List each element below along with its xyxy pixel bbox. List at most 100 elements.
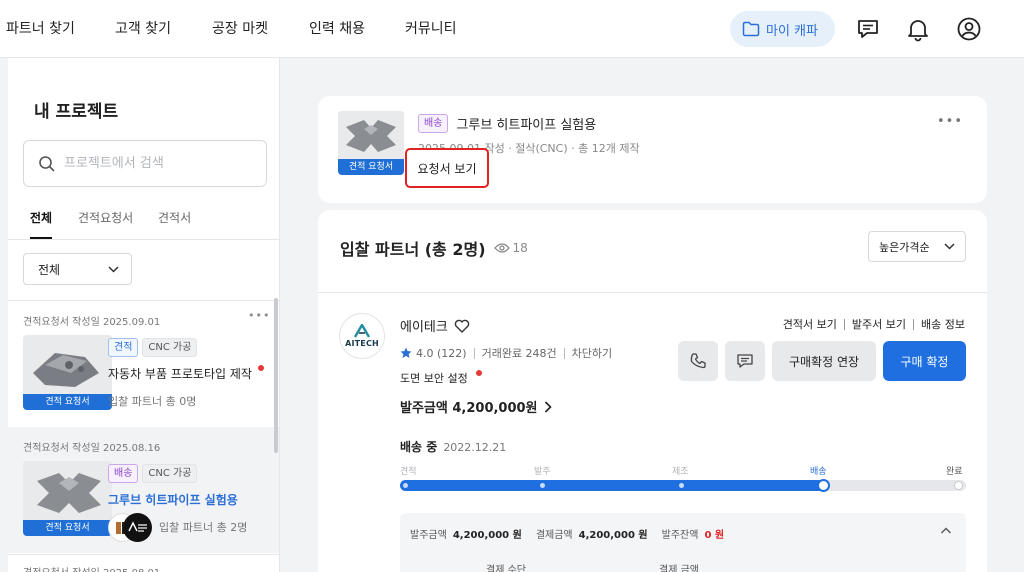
sort-select[interactable]: 높은가격순	[868, 231, 966, 262]
progress-fill	[400, 480, 826, 491]
chevron-down-icon	[944, 243, 955, 250]
nav-recruit[interactable]: 인력 채용	[309, 18, 365, 38]
project-search-box[interactable]	[23, 140, 267, 187]
progress-track	[400, 479, 966, 492]
paid-amount-label: 결제금액	[535, 530, 573, 541]
shipping-date: 2022.12.21	[443, 441, 507, 454]
step-dot	[679, 483, 684, 488]
view-order-link[interactable]: 발주서 보기	[852, 316, 906, 332]
step-dot	[403, 483, 408, 488]
process-tag: CNC 가공	[142, 338, 198, 357]
folder-icon	[742, 21, 760, 37]
purchase-confirm-button[interactable]: 구매 확정	[883, 341, 966, 381]
more-options-icon[interactable]: •••	[937, 114, 963, 129]
filter-select[interactable]: 전체	[23, 253, 132, 285]
partner-avatar-group	[108, 513, 154, 542]
sort-select-value: 높은가격순	[879, 240, 930, 254]
project-name: 그루브 히트파이프 실험용	[108, 493, 238, 507]
filter-select-value: 전체	[38, 262, 61, 277]
step-label: 견적	[400, 467, 417, 477]
partner-avatar-ateam	[123, 513, 152, 542]
tab-quote-request[interactable]: 견적요청서	[78, 209, 133, 226]
chat-icon[interactable]	[855, 16, 881, 42]
project-name: 자동차 부품 프로토타입 제작	[108, 367, 252, 381]
bid-partner-count: 입찰 파트너 총 0명	[108, 395, 197, 408]
nav-factory-market[interactable]: 공장 마켓	[212, 18, 268, 38]
view-count: 18	[512, 241, 528, 255]
payment-summary: 발주금액 4,200,000 원 결제금액 4,200,000 원 발주잔액 0…	[400, 513, 966, 572]
view-quote-link[interactable]: 견적서 보기	[783, 316, 837, 332]
nav-find-customer[interactable]: 고객 찾기	[115, 18, 171, 38]
active-tab-indicator	[30, 237, 52, 239]
bid-partners-card: 입찰 파트너 (총 2명) 18 높은가격순 AITECH 에이테크 4.0 (…	[318, 210, 987, 572]
eye-icon	[493, 243, 510, 253]
shipping-status: 배송 중	[400, 440, 438, 454]
project-thumbnail: 견적 요청서	[338, 111, 404, 175]
step-dot	[540, 483, 545, 488]
progress-knob	[817, 479, 830, 492]
process-tag: CNC 가공	[142, 464, 198, 483]
tab-all[interactable]: 전체	[30, 209, 52, 226]
view-request-button[interactable]: 요청서 보기	[405, 148, 489, 188]
user-profile-icon[interactable]	[956, 16, 982, 42]
my-capa-label: 마이 캐파	[766, 23, 818, 39]
part-image	[338, 111, 404, 159]
step-label: 제조	[672, 467, 689, 477]
drawing-security-setting[interactable]: 도면 보안 설정	[400, 370, 468, 386]
heart-icon[interactable]	[454, 319, 470, 333]
bid-partner-count: 입찰 파트너 총 2명	[159, 521, 248, 534]
balance-label: 발주잔액	[661, 530, 699, 541]
project-list-item[interactable]: 견적요청서 작성일 2025.09.01 ••• 견적 요청서 견적 CNC 가…	[8, 301, 279, 427]
project-date-peek: 견적요청서 작성일 2025.08.01	[23, 564, 160, 572]
tabs-divider	[8, 239, 279, 240]
status-tag: 배송	[418, 114, 449, 133]
quote-request-badge: 견적 요청서	[338, 159, 404, 175]
paid-amount-value: 4,200,000 원	[578, 530, 648, 541]
search-icon	[39, 155, 55, 172]
part-image	[23, 461, 112, 521]
sidebar-scrollbar[interactable]	[274, 298, 278, 453]
more-options-icon[interactable]: •••	[248, 309, 270, 322]
message-button[interactable]	[725, 341, 765, 381]
payment-method-label: 결제 수단	[486, 565, 526, 572]
tab-quote[interactable]: 견적서	[158, 209, 191, 226]
extend-purchase-confirm-button[interactable]: 구매확정 연장	[772, 341, 876, 381]
order-amount-label: 발주금액	[410, 530, 447, 541]
status-tag: 견적	[108, 338, 139, 357]
order-amount-value: 4,200,000 원	[452, 530, 522, 541]
partner-name[interactable]: 에이테크	[400, 316, 448, 335]
nav-find-partner[interactable]: 파트너 찾기	[6, 18, 75, 38]
section-divider	[318, 292, 987, 293]
part-image	[23, 335, 112, 395]
my-capa-button[interactable]: 마이 캐파	[730, 11, 835, 47]
status-tag: 배송	[108, 464, 139, 483]
project-list-item-selected[interactable]: 견적요청서 작성일 2025.08.16 견적 요청서 배송 CNC 가공 그루…	[8, 427, 279, 553]
unread-dot	[258, 365, 264, 371]
partner-deals: 거래완료 248건	[481, 347, 557, 360]
nav-community[interactable]: 커뮤니티	[405, 18, 457, 38]
message-icon	[737, 354, 753, 368]
step-label: 완료	[946, 467, 963, 477]
bid-partners-title: 입찰 파트너 (총 2명)	[340, 240, 486, 259]
order-amount-link[interactable]: 발주금액 4,200,000원	[400, 397, 552, 416]
quote-request-badge: 견적 요청서	[23, 520, 112, 536]
partner-logo[interactable]: AITECH	[339, 313, 385, 359]
progress-steps: 견적 발주 제조 배송 완료	[400, 464, 966, 477]
chevron-up-icon[interactable]	[940, 525, 952, 537]
list-divider	[8, 554, 279, 555]
top-navigation: 파트너 찾기 고객 찾기 공장 마켓 인력 채용 커뮤니티 마이 캐파	[0, 0, 1024, 58]
partner-rating: 4.0 (122)	[416, 346, 467, 360]
call-button[interactable]	[678, 341, 718, 381]
shipping-info-link[interactable]: 배송 정보	[921, 316, 965, 332]
project-thumbnail: 견적 요청서	[23, 335, 112, 410]
project-date: 견적요청서 작성일 2025.09.01	[23, 317, 161, 328]
project-thumbnail: 견적 요청서	[23, 461, 112, 536]
project-search-input[interactable]	[64, 156, 254, 171]
chevron-right-icon	[544, 400, 552, 413]
sidebar-title: 내 프로젝트	[34, 102, 119, 122]
aitech-logo-icon	[353, 324, 371, 338]
project-title: 그루브 히트파이프 실험용	[456, 118, 597, 133]
ateam-logo-icon	[127, 520, 147, 532]
block-partner-link[interactable]: 차단하기	[572, 345, 612, 361]
bell-icon[interactable]	[905, 16, 931, 42]
